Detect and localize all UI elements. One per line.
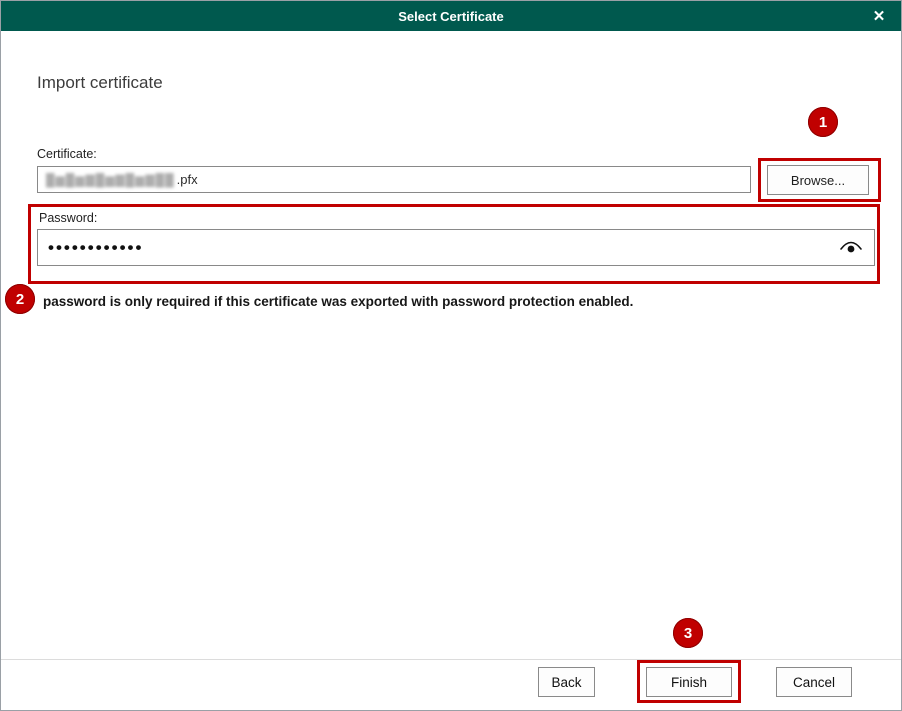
annotation-badge-1: 1 [808,107,838,137]
password-hint-text: password is only required if this certif… [43,294,634,309]
footer-divider [1,659,901,660]
annotation-badge-2: 2 [5,284,35,314]
page-title: Import certificate [37,73,163,92]
annotation-badge-3: 3 [673,618,703,648]
certificate-path-input[interactable]: █▆█▆▇█▆▇█▆▇██ .pfx [37,166,751,193]
browse-button[interactable]: Browse... [767,165,869,195]
certificate-label: Certificate: [37,147,97,161]
window-title: Select Certificate [398,8,504,24]
close-icon[interactable]: ✕ [863,1,895,31]
reveal-password-eye-icon[interactable] [838,239,864,257]
certificate-filename-extension: .pfx [176,172,198,187]
password-masked-value: •••••••••••• [48,238,144,257]
cancel-button[interactable]: Cancel [776,667,852,697]
back-button[interactable]: Back [538,667,595,697]
finish-button[interactable]: Finish [646,667,732,697]
select-certificate-dialog: Select Certificate ✕ Import certificate … [0,0,902,711]
title-bar: Select Certificate ✕ [1,1,901,31]
password-label: Password: [39,211,98,225]
certificate-filename-redacted: █▆█▆▇█▆▇█▆▇██ [46,172,175,187]
password-input[interactable]: •••••••••••• [37,229,875,266]
